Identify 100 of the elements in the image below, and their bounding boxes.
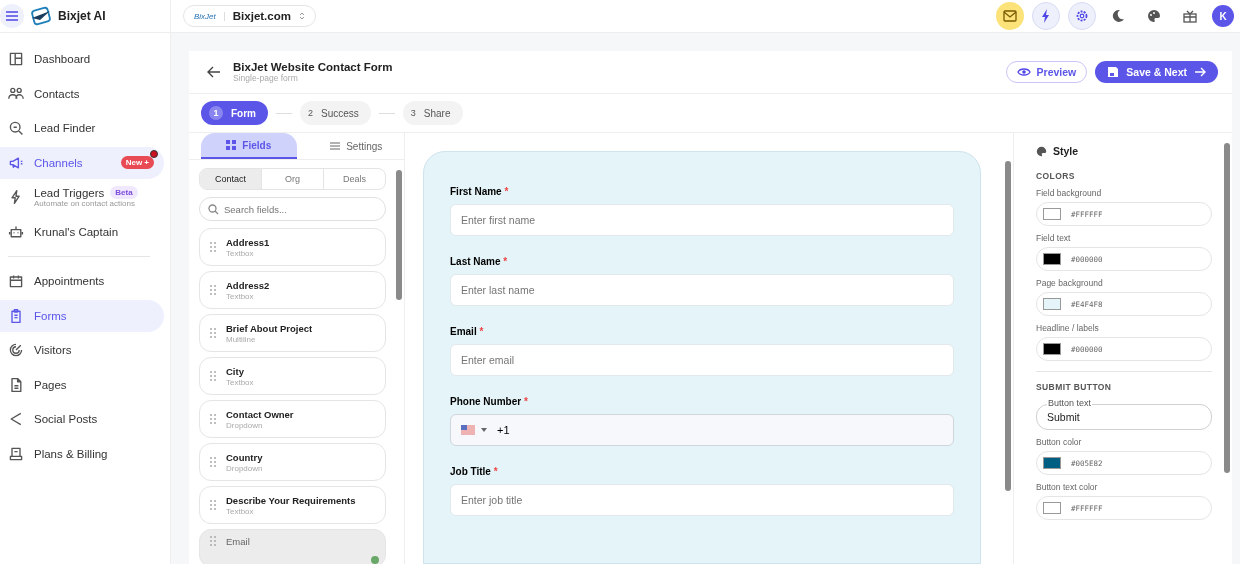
target-icon — [8, 342, 24, 359]
flag-icon — [461, 425, 475, 435]
search-field[interactable]: Search fields... — [199, 197, 386, 221]
field-name: City — [226, 365, 245, 377]
receipt-icon — [8, 445, 24, 462]
input-field[interactable]: Enter first name — [450, 204, 954, 236]
sidebar-item[interactable]: Contacts — [0, 77, 164, 110]
badge: Beta — [110, 186, 138, 200]
sidebar-item[interactable]: Pages — [0, 368, 164, 401]
document-icon — [8, 376, 24, 393]
color-swatch[interactable] — [1043, 502, 1061, 514]
save-next-button[interactable]: Save & Next — [1095, 61, 1218, 83]
sidebar-item[interactable]: Channels New + — [0, 146, 164, 179]
field-label: First Name * — [450, 186, 510, 197]
sidebar-item[interactable]: Lead Triggers Beta Automate on contact actions — [0, 181, 164, 214]
bolt-icon[interactable] — [1032, 2, 1060, 30]
input-field[interactable]: Enter email — [450, 344, 954, 376]
eye-icon — [1016, 67, 1031, 77]
field-card[interactable]: Email — [199, 529, 386, 564]
segment-tab[interactable]: Contact — [200, 169, 261, 189]
field-card[interactable]: Contact Owner Dropdown — [199, 400, 386, 438]
robot-icon — [8, 223, 24, 240]
sort-icon — [298, 11, 305, 21]
clipboard-icon — [8, 307, 24, 324]
sliders-icon — [330, 141, 341, 151]
field-type: Dropdown — [226, 420, 264, 430]
field-card[interactable]: Brief About Project Multiline — [199, 314, 386, 352]
field-type: Dropdown — [226, 463, 263, 473]
caret-icon — [481, 428, 487, 432]
color-label: Field background — [1036, 188, 1103, 198]
field-card[interactable]: Address1 Textbox — [199, 228, 386, 266]
menu-icon — [5, 10, 19, 22]
section-heading: COLORS — [1036, 171, 1076, 181]
save-icon — [1107, 66, 1120, 78]
phone-field[interactable]: +1 — [450, 414, 954, 446]
color-label: Button text color — [1036, 482, 1099, 492]
sidebar-item[interactable]: Plans & Billing — [0, 437, 164, 470]
people-icon — [8, 85, 24, 102]
field-card[interactable]: City Textbox — [199, 357, 386, 395]
field-name: Brief About Project — [226, 322, 313, 334]
step-tab[interactable]: 2 Success — [300, 101, 371, 125]
input-field[interactable]: Enter last name — [450, 274, 954, 306]
search-icon — [208, 204, 219, 215]
calendar-icon — [8, 273, 24, 290]
badge: New + — [120, 156, 154, 170]
drag-handle-icon — [210, 242, 216, 252]
segment-tab[interactable]: Deals — [323, 169, 385, 189]
segment-tab[interactable]: Org — [261, 169, 323, 189]
drag-handle-icon — [210, 328, 216, 338]
field-label: Job Title * — [450, 466, 499, 477]
sidebar-item[interactable]: Forms — [0, 299, 164, 332]
color-swatch[interactable] — [1043, 298, 1061, 310]
sidebar-item[interactable]: Appointments — [0, 265, 164, 298]
back-arrow-icon[interactable] — [207, 66, 221, 78]
sidebar-item[interactable]: Krunal's Captain — [0, 215, 164, 248]
menu-button[interactable] — [0, 4, 24, 28]
section-heading: SUBMIT BUTTON — [1036, 382, 1113, 392]
color-swatch[interactable] — [1043, 208, 1061, 220]
item-subtitle: Automate on contact actions — [34, 199, 136, 209]
drag-handle-icon — [210, 457, 216, 467]
panel-tab[interactable]: Fields — [201, 133, 297, 159]
sidebar-item[interactable]: Lead Finder — [0, 112, 164, 145]
field-name: Country — [226, 451, 263, 463]
field-card[interactable]: Country Dropdown — [199, 443, 386, 481]
color-swatch[interactable] — [1043, 253, 1061, 265]
color-label: Button color — [1036, 437, 1083, 447]
app-name: Bixjet AI — [58, 9, 106, 23]
field-label: Phone Number * — [450, 396, 529, 407]
sidebar-item[interactable]: Social Posts — [0, 403, 164, 436]
panel-title: Style — [1053, 145, 1079, 157]
field-label: Last Name * — [450, 256, 509, 267]
grid-icon — [226, 140, 237, 150]
field-type: Textbox — [226, 248, 255, 258]
field-name: Address1 — [226, 236, 270, 248]
input-field[interactable]: Enter job title — [450, 484, 954, 516]
sidebar-item[interactable]: Dashboard — [0, 43, 164, 76]
paper-plane-logo-icon — [30, 6, 52, 26]
color-label: Page background — [1036, 278, 1104, 288]
field-type: Textbox — [226, 377, 254, 387]
field-name: Describe Your Requirements — [226, 494, 356, 506]
field-card[interactable]: Address2 Textbox — [199, 271, 386, 309]
field-type: Textbox — [226, 291, 255, 301]
panel-tab[interactable]: Settings — [308, 133, 404, 159]
drag-handle-icon — [210, 414, 216, 424]
drag-handle-icon — [210, 371, 216, 381]
field-name: Address2 — [226, 279, 270, 291]
megaphone-icon — [8, 154, 24, 171]
field-name: Email — [226, 536, 250, 547]
drag-handle-icon — [210, 536, 216, 546]
color-label: Headline / labels — [1036, 323, 1100, 333]
user-avatar[interactable]: K — [1212, 5, 1234, 27]
color-swatch[interactable] — [1043, 457, 1061, 469]
color-swatch[interactable] — [1043, 343, 1061, 355]
sidebar-item[interactable]: Visitors — [0, 334, 164, 367]
step-tab[interactable]: 3 Share — [402, 101, 463, 125]
settings-icon[interactable] — [1068, 2, 1096, 30]
field-card[interactable]: Describe Your Requirements Textbox — [199, 486, 386, 524]
field-label: Email * — [450, 326, 485, 337]
mail-icon[interactable] — [996, 2, 1024, 30]
step-tab[interactable]: 1 Form — [201, 101, 268, 125]
